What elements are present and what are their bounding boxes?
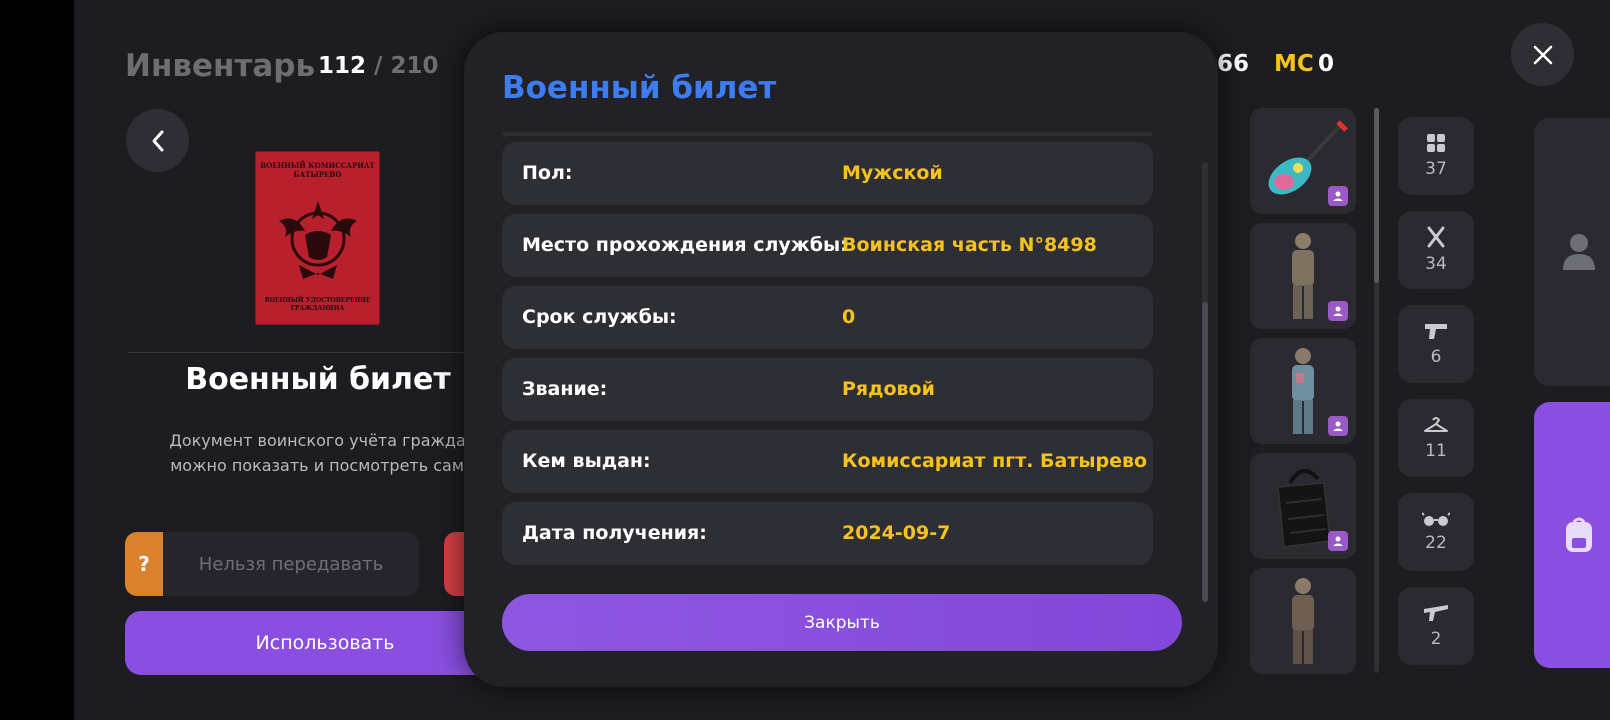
modal-scrollbar[interactable] <box>1202 162 1208 602</box>
modal-scrollbar-thumb[interactable] <box>1202 302 1208 602</box>
inventory-slot-backpack[interactable] <box>1250 453 1356 559</box>
category-count: 6 <box>1430 347 1442 367</box>
category-count: 2 <box>1430 629 1442 649</box>
premium-badge-icon <box>1328 301 1348 321</box>
item-title: Военный билет <box>185 362 451 397</box>
category-food[interactable]: 34 <box>1398 211 1474 289</box>
field-label: Пол: <box>522 162 573 184</box>
left-black-bar <box>0 0 74 720</box>
category-count: 34 <box>1425 254 1447 274</box>
field-label: Срок службы: <box>522 306 677 328</box>
item-divider <box>128 352 508 353</box>
military-id-image: ВОЕННЫЙ КОМИССАРИАТ БАТЫРЕВО ВОЕННЫЙ УДО… <box>255 151 380 325</box>
pistol-icon <box>1425 324 1447 339</box>
inventory-scrollbar-thumb[interactable] <box>1374 108 1379 283</box>
field-label: Место прохождения службы: <box>522 234 848 256</box>
field-value: 0 <box>842 306 856 328</box>
close-inventory-button[interactable] <box>1511 23 1574 86</box>
currency-value: 66 <box>1217 51 1250 77</box>
premium-badge-icon <box>1328 531 1348 551</box>
field-value: Комиссариат пгт. Батырево <box>842 450 1148 472</box>
category-clothes[interactable]: 11 <box>1398 399 1474 477</box>
passport-cover-bottom-text: ВОЕННЫЙ УДОСТОВЕРЕНИЕ ГРАЖДАНИНА <box>264 297 371 312</box>
document-field-row: Срок службы: 0 <box>502 286 1153 349</box>
glasses-icon <box>1422 512 1450 526</box>
tab-inventory[interactable] <box>1534 402 1610 668</box>
category-weapons[interactable]: 6 <box>1398 305 1474 383</box>
inventory-capacity: 112 / 210 <box>318 53 438 79</box>
inventory-scrollbar[interactable] <box>1374 108 1379 673</box>
premium-badge-icon <box>1328 416 1348 436</box>
transfer-status: Нельзя передавать <box>163 532 419 596</box>
back-button[interactable] <box>126 109 189 172</box>
mc-value: 0 <box>1318 51 1335 77</box>
passport-cover-top-text: ВОЕННЫЙ КОМИССАРИАТ БАТЫРЕВО <box>260 161 375 179</box>
inventory-screen: Инвентарь 112 / 210 66 MC 0 ВОЕННЫЙ КОМИ… <box>74 0 1610 720</box>
modal-close-button[interactable]: Закрыть <box>502 594 1182 651</box>
document-field-row <box>502 132 1153 136</box>
inventory-count-max: 210 <box>390 53 439 79</box>
field-value: 2024-09-7 <box>842 522 951 544</box>
eagle-emblem-icon <box>279 201 357 279</box>
document-field-row: Звание: Рядовой <box>502 358 1153 421</box>
document-field-row: Место прохождения службы: Воинская часть… <box>502 214 1153 277</box>
user-icon <box>1563 234 1595 270</box>
character-outfit-icon <box>1292 578 1314 664</box>
modal-title: Военный билет <box>502 70 777 106</box>
document-field-row: Дата получения: 2024-09-7 <box>502 502 1153 565</box>
category-accessories[interactable]: 22 <box>1398 493 1474 571</box>
rifle-icon <box>1424 605 1448 621</box>
inventory-count-current: 112 <box>318 53 367 79</box>
chevron-left-icon <box>152 130 163 151</box>
document-field-row: Кем выдан: Комиссариат пгт. Батырево <box>502 430 1153 493</box>
field-label: Дата получения: <box>522 522 707 544</box>
backpack-icon <box>1566 517 1592 552</box>
inventory-slot-outfit[interactable] <box>1250 338 1356 444</box>
hanger-icon <box>1424 417 1448 432</box>
help-button[interactable]: ? <box>125 532 163 596</box>
cutlery-icon <box>1427 226 1445 248</box>
grid-icon <box>1427 134 1445 152</box>
field-label: Кем выдан: <box>522 450 651 472</box>
inventory-slot-guitar[interactable] <box>1250 108 1356 214</box>
document-field-row: Пол: Мужской <box>502 142 1153 205</box>
document-modal: Военный билет Пол: Мужской Место прохожд… <box>464 32 1218 687</box>
inventory-title: Инвентарь <box>125 48 316 84</box>
category-count: 37 <box>1425 159 1447 179</box>
category-count: 11 <box>1425 441 1447 461</box>
category-count: 22 <box>1425 533 1447 553</box>
mc-label: MC <box>1274 51 1314 77</box>
field-label: Звание: <box>522 378 608 400</box>
field-value: Мужской <box>842 162 943 184</box>
inventory-count-separator: / <box>374 53 383 79</box>
inventory-slot-outfit[interactable] <box>1250 223 1356 329</box>
inventory-slot-outfit[interactable] <box>1250 568 1356 674</box>
document-fields-list[interactable]: Пол: Мужской Место прохождения службы: В… <box>502 132 1162 604</box>
field-value: Воинская часть N°8498 <box>842 234 1097 256</box>
field-value: Рядовой <box>842 378 935 400</box>
category-rifles[interactable]: 2 <box>1398 587 1474 665</box>
tab-profile[interactable] <box>1534 118 1610 386</box>
close-icon <box>1533 45 1552 64</box>
premium-badge-icon <box>1328 186 1348 206</box>
category-all[interactable]: 37 <box>1398 117 1474 195</box>
